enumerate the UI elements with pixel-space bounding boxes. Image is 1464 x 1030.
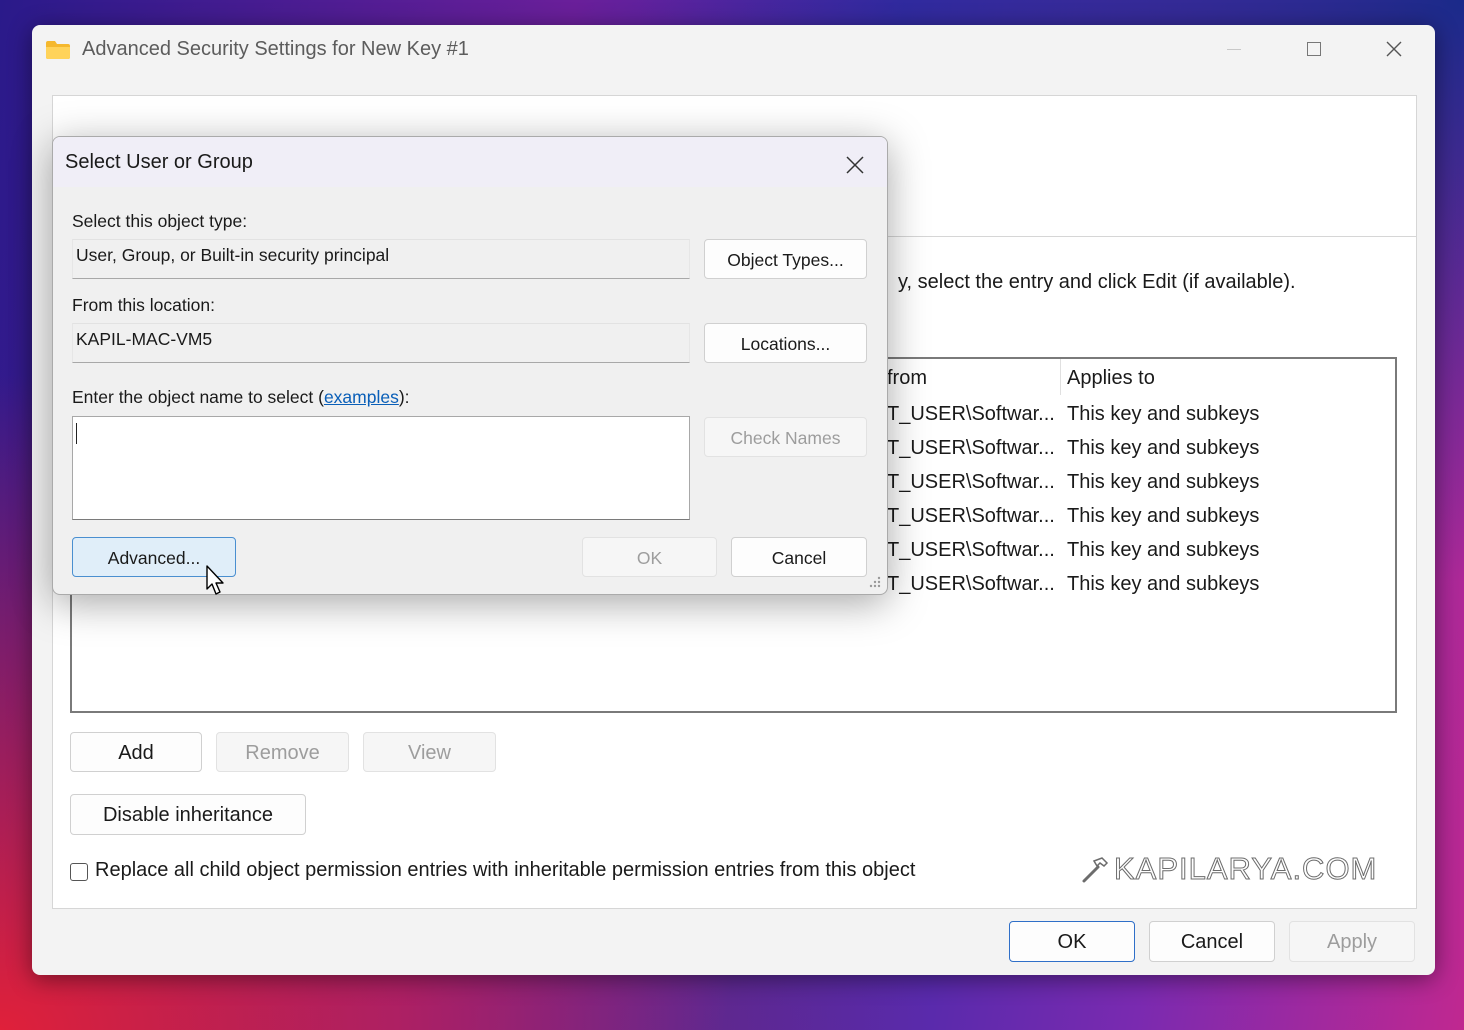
mouse-cursor-icon xyxy=(206,565,224,595)
dialog-cancel-button[interactable]: Cancel xyxy=(731,537,867,577)
locations-button[interactable]: Locations... xyxy=(704,323,867,363)
maximize-icon[interactable] xyxy=(1291,33,1337,65)
row-applies-to: This key and subkeys xyxy=(1067,437,1260,459)
close-icon[interactable] xyxy=(1371,33,1417,65)
check-names-button[interactable]: Check Names xyxy=(704,417,867,457)
hammer-icon xyxy=(1082,857,1109,883)
row-applies-to: This key and subkeys xyxy=(1067,403,1260,425)
select-user-or-group-dialog: Select User or Group Select this object … xyxy=(52,136,888,595)
row-from: T_USER\Softwar... xyxy=(887,437,1055,459)
dialog-close-icon[interactable] xyxy=(843,153,867,177)
object-type-field: User, Group, or Built-in security princi… xyxy=(72,239,690,279)
object-name-input[interactable] xyxy=(72,416,690,520)
replace-permissions-checkbox[interactable] xyxy=(70,863,88,881)
column-header-from[interactable]: from xyxy=(887,367,927,390)
row-from: T_USER\Softwar... xyxy=(887,403,1055,425)
object-name-label-prefix: Enter the object name to select ( xyxy=(72,387,324,407)
minimize-icon[interactable] xyxy=(1211,33,1257,65)
dialog-title: Select User or Group xyxy=(65,151,253,173)
row-from: T_USER\Softwar... xyxy=(887,539,1055,561)
title-bar[interactable]: Advanced Security Settings for New Key #… xyxy=(32,25,1435,75)
watermark-logo: KAPILARYA.COM xyxy=(1080,851,1392,887)
row-from: T_USER\Softwar... xyxy=(887,471,1055,493)
view-button[interactable]: View xyxy=(363,732,496,772)
cancel-button[interactable]: Cancel xyxy=(1149,921,1275,962)
row-applies-to: This key and subkeys xyxy=(1067,505,1260,527)
object-types-button[interactable]: Object Types... xyxy=(704,239,867,279)
watermark-text: KAPILARYA.COM xyxy=(1113,851,1378,887)
disable-inheritance-button[interactable]: Disable inheritance xyxy=(70,794,306,835)
window-title: Advanced Security Settings for New Key #… xyxy=(82,38,469,60)
dialog-ok-button[interactable]: OK xyxy=(582,537,717,577)
row-applies-to: This key and subkeys xyxy=(1067,471,1260,493)
object-name-label-suffix: ): xyxy=(398,387,410,407)
dialog-title-bar[interactable]: Select User or Group xyxy=(53,137,887,187)
row-from: T_USER\Softwar... xyxy=(887,505,1055,527)
row-from: T_USER\Softwar... xyxy=(887,573,1055,595)
instruction-text: y, select the entry and click Edit (if a… xyxy=(898,271,1296,293)
resize-grip-icon[interactable] xyxy=(866,575,882,591)
apply-button[interactable]: Apply xyxy=(1289,921,1415,962)
location-field: KAPIL-MAC-VM5 xyxy=(72,323,690,363)
text-caret xyxy=(76,423,77,444)
row-applies-to: This key and subkeys xyxy=(1067,573,1260,595)
object-type-label: Select this object type: xyxy=(72,211,248,231)
object-name-label: Enter the object name to select (example… xyxy=(72,387,410,408)
location-label: From this location: xyxy=(72,295,215,315)
folder-icon xyxy=(46,41,70,59)
replace-permissions-label[interactable]: Replace all child object permission entr… xyxy=(95,859,915,882)
add-button[interactable]: Add xyxy=(70,732,202,772)
column-separator[interactable] xyxy=(1060,359,1061,395)
row-applies-to: This key and subkeys xyxy=(1067,539,1260,561)
column-header-applies-to[interactable]: Applies to xyxy=(1067,367,1155,390)
examples-link[interactable]: examples xyxy=(324,387,399,407)
ok-button[interactable]: OK xyxy=(1009,921,1135,962)
remove-button[interactable]: Remove xyxy=(216,732,349,772)
